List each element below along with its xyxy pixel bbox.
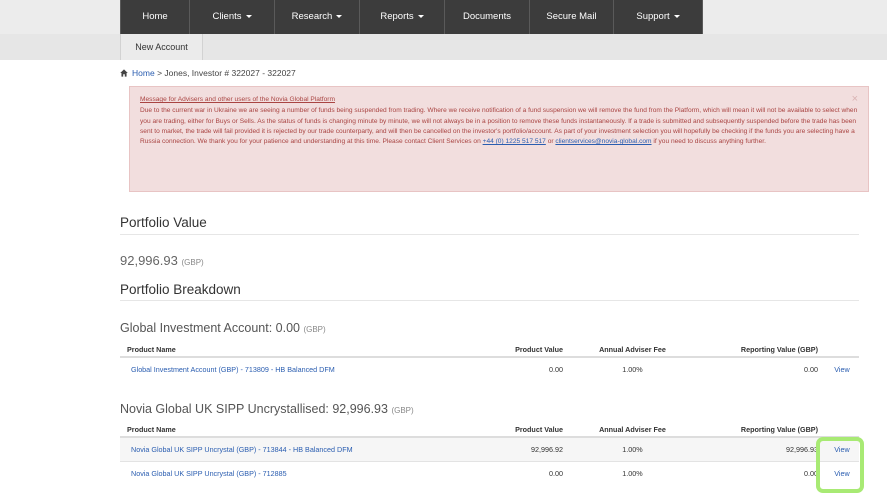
nav-secure-mail-label: Secure Mail	[546, 11, 597, 22]
table-row: Novia Global UK SIPP Uncrystal (GBP) - 7…	[120, 460, 859, 485]
chevron-down-icon	[336, 14, 343, 18]
divider	[120, 234, 859, 235]
breadcrumb-home-link[interactable]: Home	[132, 68, 155, 78]
col-reporting-value: Reporting Value (GBP)	[695, 422, 825, 438]
reporting-value: 0.00	[695, 356, 825, 381]
portfolio-value-currency: (GBP)	[181, 258, 204, 267]
account-title-sipp: Novia Global UK SIPP Uncrystallised: 92,…	[120, 402, 414, 416]
nav-home[interactable]: Home	[120, 0, 190, 34]
nav-home-label: Home	[142, 11, 168, 22]
sub-nav-bar: New Account	[0, 34, 887, 60]
reporting-value: 92,996.93	[695, 436, 825, 461]
chevron-down-icon	[417, 14, 424, 18]
chevron-down-icon	[673, 14, 680, 18]
portfolio-value: 92,996.93 (GBP)	[120, 253, 204, 268]
alert-title: Message for Advisers and other users of …	[140, 96, 335, 103]
nav-clients[interactable]: Clients	[190, 0, 275, 34]
top-nav-bar: Home Clients Research Reports Documents …	[0, 0, 887, 34]
alert-or: or	[547, 138, 554, 146]
product-name-link[interactable]: Novia Global UK SIPP Uncrystal (GBP) - 7…	[120, 436, 445, 461]
account-title-currency: (GBP)	[303, 325, 326, 334]
col-action	[825, 422, 859, 438]
nav-secure-mail[interactable]: Secure Mail	[530, 0, 614, 34]
divider	[120, 300, 859, 301]
product-value: 92,996.92	[445, 436, 570, 461]
sipp-products-table: Product Name Product Value Annual Advise…	[120, 422, 859, 485]
new-account-tab[interactable]: New Account	[120, 34, 203, 60]
account-title-gia: Global Investment Account: 0.00 (GBP)	[120, 321, 326, 335]
alert-body: Due to the current war in Ukraine we are…	[140, 106, 858, 147]
view-links-highlight	[816, 437, 864, 493]
nav-reports-label: Reports	[380, 11, 414, 22]
adviser-fee: 1.00%	[570, 356, 695, 381]
portfolio-value-heading: Portfolio Value	[120, 215, 207, 230]
col-reporting-value: Reporting Value (GBP)	[695, 342, 825, 358]
nav-research[interactable]: Research	[275, 0, 360, 34]
table-row: Novia Global UK SIPP Uncrystal (GBP) - 7…	[120, 436, 859, 461]
suspension-alert: × Message for Advisers and other users o…	[129, 86, 869, 192]
adviser-fee: 1.00%	[570, 436, 695, 461]
product-name-link[interactable]: Global Investment Account (GBP) - 713809…	[120, 356, 445, 381]
nav-reports[interactable]: Reports	[360, 0, 445, 34]
product-value: 0.00	[445, 356, 570, 381]
reporting-value: 0.00	[695, 460, 825, 485]
col-product-name: Product Name	[120, 422, 445, 438]
main-menu: Home Clients Research Reports Documents …	[120, 0, 703, 34]
view-link[interactable]: View	[825, 356, 859, 381]
product-name-link[interactable]: Novia Global UK SIPP Uncrystal (GBP) - 7…	[120, 460, 445, 485]
breadcrumb: Home > Jones, Investor # 322027 - 322027	[120, 68, 296, 78]
home-icon	[120, 69, 128, 77]
table-header-row: Product Name Product Value Annual Advise…	[120, 422, 859, 438]
account-title-text: Global Investment Account: 0.00	[120, 321, 300, 335]
col-product-name: Product Name	[120, 342, 445, 358]
nav-support[interactable]: Support	[614, 0, 703, 34]
close-icon[interactable]: ×	[852, 93, 858, 104]
nav-clients-label: Clients	[212, 11, 242, 22]
col-annual-adviser-fee: Annual Adviser Fee	[570, 342, 695, 358]
product-value: 0.00	[445, 460, 570, 485]
table-row: Global Investment Account (GBP) - 713809…	[120, 356, 859, 381]
nav-documents[interactable]: Documents	[445, 0, 530, 34]
portfolio-breakdown-heading: Portfolio Breakdown	[120, 282, 241, 297]
portfolio-value-amount: 92,996.93	[120, 253, 178, 268]
col-action	[825, 342, 859, 358]
nav-support-label: Support	[636, 11, 670, 22]
adviser-fee: 1.00%	[570, 460, 695, 485]
account-title-currency: (GBP)	[391, 406, 414, 415]
account-title-text: Novia Global UK SIPP Uncrystallised: 92,…	[120, 402, 388, 416]
col-annual-adviser-fee: Annual Adviser Fee	[570, 422, 695, 438]
client-services-phone-link[interactable]: +44 (0) 1225 517 517	[483, 138, 546, 145]
nav-research-label: Research	[291, 11, 333, 22]
table-header-row: Product Name Product Value Annual Advise…	[120, 342, 859, 358]
col-product-value: Product Value	[445, 422, 570, 438]
client-services-email-link[interactable]: clientservices@novia-global.com	[555, 138, 651, 145]
chevron-down-icon	[245, 14, 252, 18]
gia-products-table: Product Name Product Value Annual Advise…	[120, 342, 859, 381]
nav-documents-label: Documents	[462, 11, 512, 22]
col-product-value: Product Value	[445, 342, 570, 358]
breadcrumb-current: > Jones, Investor # 322027 - 322027	[157, 68, 296, 78]
alert-tail: if you need to discuss anything further.	[653, 138, 766, 146]
